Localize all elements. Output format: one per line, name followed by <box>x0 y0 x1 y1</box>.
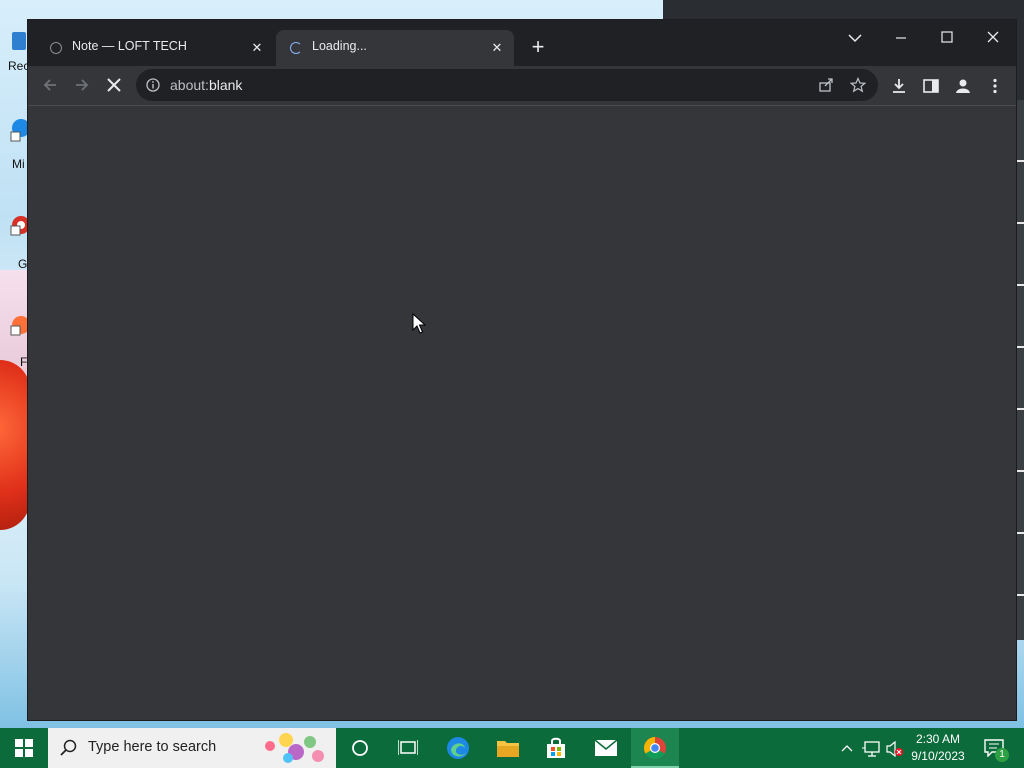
folder-icon <box>497 741 519 757</box>
close-icon <box>987 31 999 43</box>
side-panel-icon[interactable] <box>922 77 940 95</box>
forward-button[interactable] <box>68 71 96 99</box>
close-tab-icon[interactable]: ✕ <box>248 39 266 57</box>
loading-spinner-icon <box>290 42 302 54</box>
browser-window: Note — LOFT TECH ✕ Loading... ✕ + about:… <box>28 20 1016 720</box>
windows-logo-icon <box>15 739 33 757</box>
file-explorer-button[interactable] <box>484 728 532 768</box>
url-path: blank <box>208 77 243 93</box>
mail-button[interactable] <box>582 728 630 768</box>
speaker-muted-icon <box>886 741 903 757</box>
network-icon <box>862 741 880 757</box>
notification-count-badge: 1 <box>995 748 1009 762</box>
mail-envelope-icon <box>594 739 618 756</box>
close-tab-icon[interactable]: ✕ <box>488 39 506 57</box>
action-center-button[interactable]: 1 <box>980 728 1010 768</box>
taskbar: Type here to search 2:30 AM 9/10/2023 1 <box>0 728 1024 768</box>
cortana-circle-icon <box>352 740 368 756</box>
clock-time: 2:30 AM <box>915 732 961 746</box>
back-arrow-icon <box>43 79 56 91</box>
edge-shortcut-icon[interactable] <box>10 118 30 142</box>
url-scheme: about: <box>170 77 209 93</box>
tab-loading[interactable]: Loading... ✕ <box>276 30 514 66</box>
info-icon[interactable] <box>146 78 160 92</box>
taskbar-search-box[interactable]: Type here to search <box>48 728 336 768</box>
chrome-icon <box>644 737 666 759</box>
back-button[interactable] <box>36 71 64 99</box>
chrome-taskbar-button[interactable] <box>631 728 679 768</box>
url-text[interactable]: about:blank <box>170 77 242 93</box>
start-button[interactable] <box>0 728 48 768</box>
minimize-button[interactable] <box>878 24 924 54</box>
desktop-icon-label: Mi <box>12 157 25 171</box>
address-bar[interactable]: about:blank <box>136 69 878 101</box>
share-icon[interactable] <box>818 77 834 93</box>
search-highlight-flowers-icon <box>265 733 324 763</box>
cortana-button[interactable] <box>336 728 384 768</box>
firefox-shortcut-icon[interactable] <box>10 312 30 336</box>
search-placeholder: Type here to search <box>88 739 217 755</box>
mouse-pointer-icon <box>412 313 426 334</box>
tab-title: Note — LOFT TECH <box>72 39 187 53</box>
wallpaper-character-red <box>0 360 30 530</box>
recycle-bin-icon[interactable] <box>10 28 28 52</box>
edge-icon <box>447 737 469 759</box>
close-icon <box>107 78 121 92</box>
stop-loading-button[interactable] <box>100 71 128 99</box>
wallpaper-edge <box>1016 100 1024 640</box>
tab-strip: Note — LOFT TECH ✕ Loading... ✕ + <box>28 20 1016 66</box>
show-hidden-icons-button[interactable] <box>838 728 856 768</box>
minimize-icon <box>896 37 906 39</box>
chevron-down-icon <box>848 34 862 43</box>
search-icon <box>60 739 77 756</box>
volume-button[interactable] <box>884 728 906 768</box>
new-tab-button[interactable]: + <box>526 36 550 60</box>
maximize-icon <box>941 31 953 43</box>
tab-search-button[interactable] <box>832 24 878 54</box>
bookmark-star-icon[interactable] <box>850 77 866 93</box>
maximize-button[interactable] <box>924 24 970 54</box>
kebab-menu-icon[interactable] <box>986 77 1004 95</box>
edge-taskbar-button[interactable] <box>434 728 482 768</box>
profile-avatar-icon[interactable] <box>954 77 972 95</box>
chrome-shortcut-icon[interactable] <box>10 212 30 236</box>
task-view-icon <box>398 740 418 755</box>
tab-title: Loading... <box>312 39 367 53</box>
desktop-icon-label: G <box>18 257 28 271</box>
network-button[interactable] <box>860 728 882 768</box>
close-window-button[interactable] <box>970 24 1016 54</box>
download-icon[interactable] <box>890 77 908 95</box>
clock-date: 9/10/2023 <box>911 749 965 763</box>
desktop-icon-label: F <box>20 355 28 369</box>
browser-toolbar: about:blank <box>28 66 1016 104</box>
loading-spinner-icon <box>50 42 62 54</box>
system-clock[interactable]: 2:30 AM 9/10/2023 <box>906 731 970 765</box>
store-bag-icon <box>547 737 565 758</box>
tab-note-loft-tech[interactable]: Note — LOFT TECH ✕ <box>36 30 274 66</box>
desktop-icon-label: Rec <box>8 59 30 73</box>
task-view-button[interactable] <box>384 728 432 768</box>
page-content-blank[interactable] <box>28 105 1016 720</box>
forward-arrow-icon <box>76 79 89 91</box>
store-button[interactable] <box>532 728 580 768</box>
chevron-up-icon <box>841 745 853 752</box>
